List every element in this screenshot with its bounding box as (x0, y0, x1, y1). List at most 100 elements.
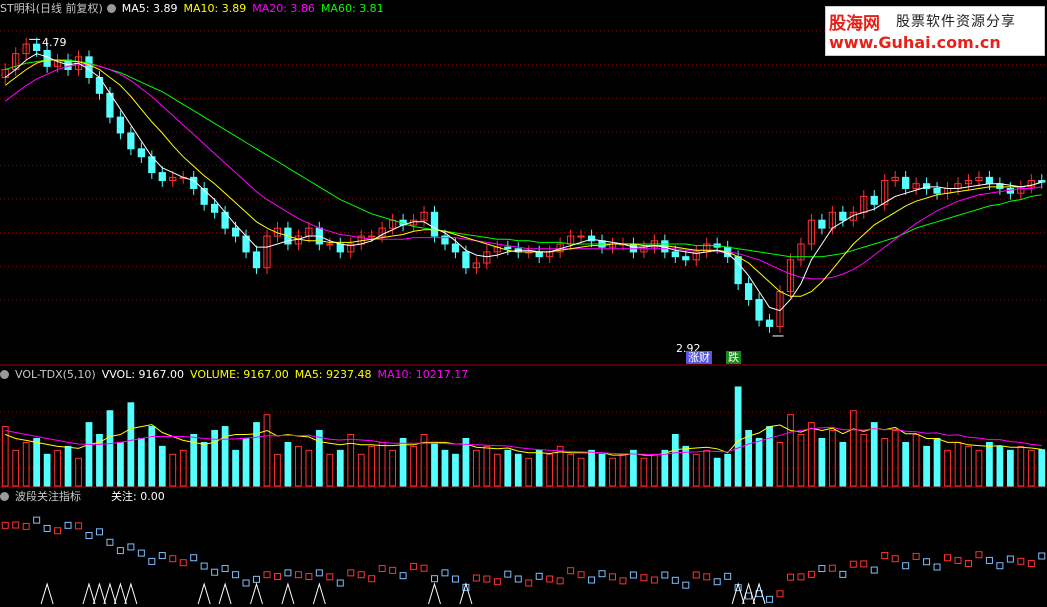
vvol-label: VVOL: 9167.00 (101, 368, 185, 381)
volume-bar (598, 453, 606, 487)
volume-bar (860, 433, 868, 487)
site-logo[interactable]: 股海网 股票软件资源分享 www.Guhai.com.cn (825, 6, 1045, 56)
bottom-signal-marker (197, 582, 211, 605)
wave-marker (472, 574, 480, 582)
ma60-label: MA60: 3.81 (320, 2, 384, 15)
candle (462, 251, 470, 269)
volume-bar (137, 437, 145, 487)
volume-bar (462, 437, 470, 487)
candle (33, 43, 41, 51)
candle (43, 49, 51, 67)
bottom-signal-marker (124, 582, 138, 605)
candle (985, 176, 994, 185)
volume-bar (274, 453, 281, 487)
candle (116, 116, 125, 134)
volume-bar (839, 441, 847, 487)
volume-bar (902, 441, 910, 487)
bottom-signal-marker (103, 582, 117, 605)
volume-bar (200, 441, 208, 487)
wave-marker (881, 552, 889, 560)
bottom-signal-marker (459, 582, 473, 605)
volume-bar (609, 457, 616, 487)
toggle-circle-icon[interactable] (106, 4, 116, 13)
event-tag-down[interactable]: 跌 (726, 351, 741, 364)
wave-marker (451, 575, 459, 583)
wave-marker (253, 575, 261, 583)
wave-marker (912, 552, 920, 560)
candle (577, 235, 585, 238)
candle (127, 132, 135, 150)
volume-bar (33, 437, 41, 487)
candle (368, 235, 376, 238)
volume-bar (295, 445, 302, 487)
volume-bar (734, 386, 742, 487)
volume-bar (483, 445, 491, 487)
wave-marker (232, 571, 240, 579)
price-header: ST明科(日线 前复权) MA5: 3.89 MA10: 3.89 MA20: 3.8… (0, 2, 390, 15)
candle (326, 243, 334, 246)
volume-bar (253, 422, 260, 487)
wave-marker (22, 522, 30, 530)
wave-marker (860, 560, 868, 568)
volume-bar (944, 449, 951, 487)
chart-canvas[interactable] (0, 0, 1047, 607)
candle (671, 251, 679, 258)
volume-bar (692, 453, 700, 487)
bottom-signal-marker (281, 582, 295, 605)
wave-marker (682, 581, 690, 589)
wave-marker (964, 560, 972, 568)
wave-marker (85, 531, 93, 539)
volume-bar (1006, 449, 1014, 487)
ma10-label: MA10: 3.89 (183, 2, 247, 15)
volume-bar (849, 410, 857, 487)
bottom-signal-marker (742, 582, 756, 605)
wave-marker (431, 575, 439, 583)
volume-bar (525, 457, 533, 487)
volume-bar (158, 445, 166, 487)
wave-marker (284, 569, 292, 577)
wave-marker (43, 524, 51, 532)
ma60-line (5, 59, 1042, 258)
toggle-circle-icon[interactable] (0, 492, 9, 501)
volume-bar (923, 445, 930, 487)
volume-bar (797, 433, 805, 487)
bottom-signal-marker (312, 582, 326, 605)
wave-marker (849, 560, 857, 568)
toggle-circle-icon[interactable] (0, 370, 9, 379)
candle (451, 243, 460, 253)
logo-slogan: 股票软件资源分享 (896, 14, 1016, 30)
wave-marker (745, 592, 753, 600)
event-tag-up[interactable]: 涨财 (686, 351, 712, 364)
candle (933, 187, 941, 194)
wave-marker (535, 572, 543, 580)
price-title: ST明科(日线 前复权) (0, 2, 103, 15)
volume-bar (410, 445, 417, 487)
wave-marker (221, 565, 229, 573)
wave-marker (839, 570, 847, 578)
wave-marker (650, 576, 658, 584)
volume-bar (766, 426, 773, 487)
wave-marker (985, 556, 993, 564)
volume-bar (315, 430, 323, 487)
volume-ma10-label: MA10: 10217.17 (377, 368, 469, 381)
volume-bar (996, 445, 1004, 487)
volume-bar (661, 449, 669, 487)
bottom-signal-marker (731, 582, 745, 605)
candle (1038, 180, 1046, 183)
volume-bar (169, 453, 177, 487)
wave-marker (954, 556, 962, 564)
candle (252, 251, 261, 269)
wave-marker (211, 568, 219, 576)
volume-bar (452, 453, 459, 487)
wave-marker (608, 573, 616, 581)
wave-marker (619, 577, 627, 585)
wave-marker (703, 573, 711, 581)
wave-marker (902, 562, 910, 570)
wave-marker (556, 577, 564, 585)
volume-bar (619, 453, 627, 487)
volume-bar (870, 422, 878, 487)
wave-marker (546, 575, 554, 583)
volume-bar (630, 449, 637, 487)
volume-bar (326, 453, 334, 487)
volume-bar (242, 437, 250, 487)
